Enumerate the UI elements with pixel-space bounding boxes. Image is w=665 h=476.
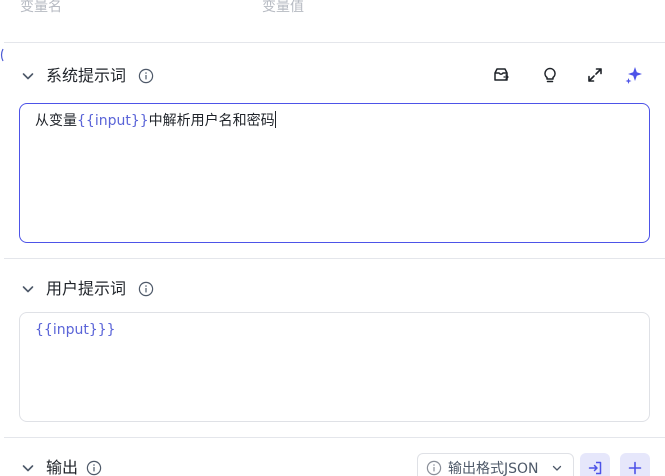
output-format-label: 输出格式JSON (448, 461, 539, 476)
system-prompt-editor[interactable]: 从变量{{input}}中解析用户名和密码 (19, 103, 650, 243)
edge-connector-mark (0, 48, 4, 62)
prompt-text-prefix: 从变量 (35, 113, 77, 129)
system-prompt-title: 系统提示词 (46, 66, 127, 85)
system-prompt-header[interactable]: 系统提示词 (4, 61, 665, 91)
text-cursor (274, 111, 276, 128)
add-output-button[interactable] (620, 453, 650, 476)
llm-node-panel: 变量名 变量值 系统提示词 从变量{{input}}中解析用户名和密码 用户提示… (0, 0, 665, 476)
chevron-down-icon[interactable] (20, 281, 36, 297)
chevron-down-icon (552, 465, 562, 471)
user-prompt-title: 用户提示词 (46, 279, 127, 298)
section-divider (4, 42, 665, 43)
info-icon[interactable] (138, 68, 154, 84)
library-icon (494, 68, 509, 81)
prompt-text-suffix: } (106, 322, 116, 338)
expand-icon (588, 68, 602, 82)
output-format-select[interactable]: 输出格式JSON (417, 453, 574, 476)
info-icon[interactable] (138, 281, 154, 297)
user-prompt-editor[interactable]: {{input}}} (19, 312, 650, 422)
ai-optimize-button[interactable] (623, 64, 645, 86)
expand-editor-button[interactable] (584, 64, 606, 86)
info-icon[interactable] (86, 460, 102, 476)
chevron-down-icon[interactable] (20, 460, 36, 476)
prompt-library-button[interactable] (490, 64, 512, 86)
variable-reference: {{input}} (35, 322, 107, 338)
section-divider (4, 258, 665, 259)
user-prompt-header[interactable]: 用户提示词 (4, 274, 665, 304)
sparkle-icon (625, 67, 642, 84)
variable-reference: {{input}} (77, 113, 149, 129)
output-header[interactable]: 输出 输出格式JSON (4, 453, 665, 476)
section-divider (4, 437, 665, 438)
chevron-down-icon[interactable] (20, 68, 36, 84)
prompt-text-suffix: 中解析用户名和密码 (148, 113, 275, 129)
output-title: 输出 (46, 458, 79, 476)
import-icon (588, 461, 602, 475)
variables-table-header: 变量名 变量值 (20, 0, 660, 18)
variable-value-column-header: 变量值 (262, 0, 304, 15)
import-output-button[interactable] (580, 453, 610, 476)
variable-name-column-header: 变量名 (20, 0, 62, 15)
info-icon (426, 460, 442, 476)
lightbulb-icon (544, 67, 556, 83)
plus-icon (628, 461, 642, 475)
prompt-tips-button[interactable] (539, 64, 561, 86)
